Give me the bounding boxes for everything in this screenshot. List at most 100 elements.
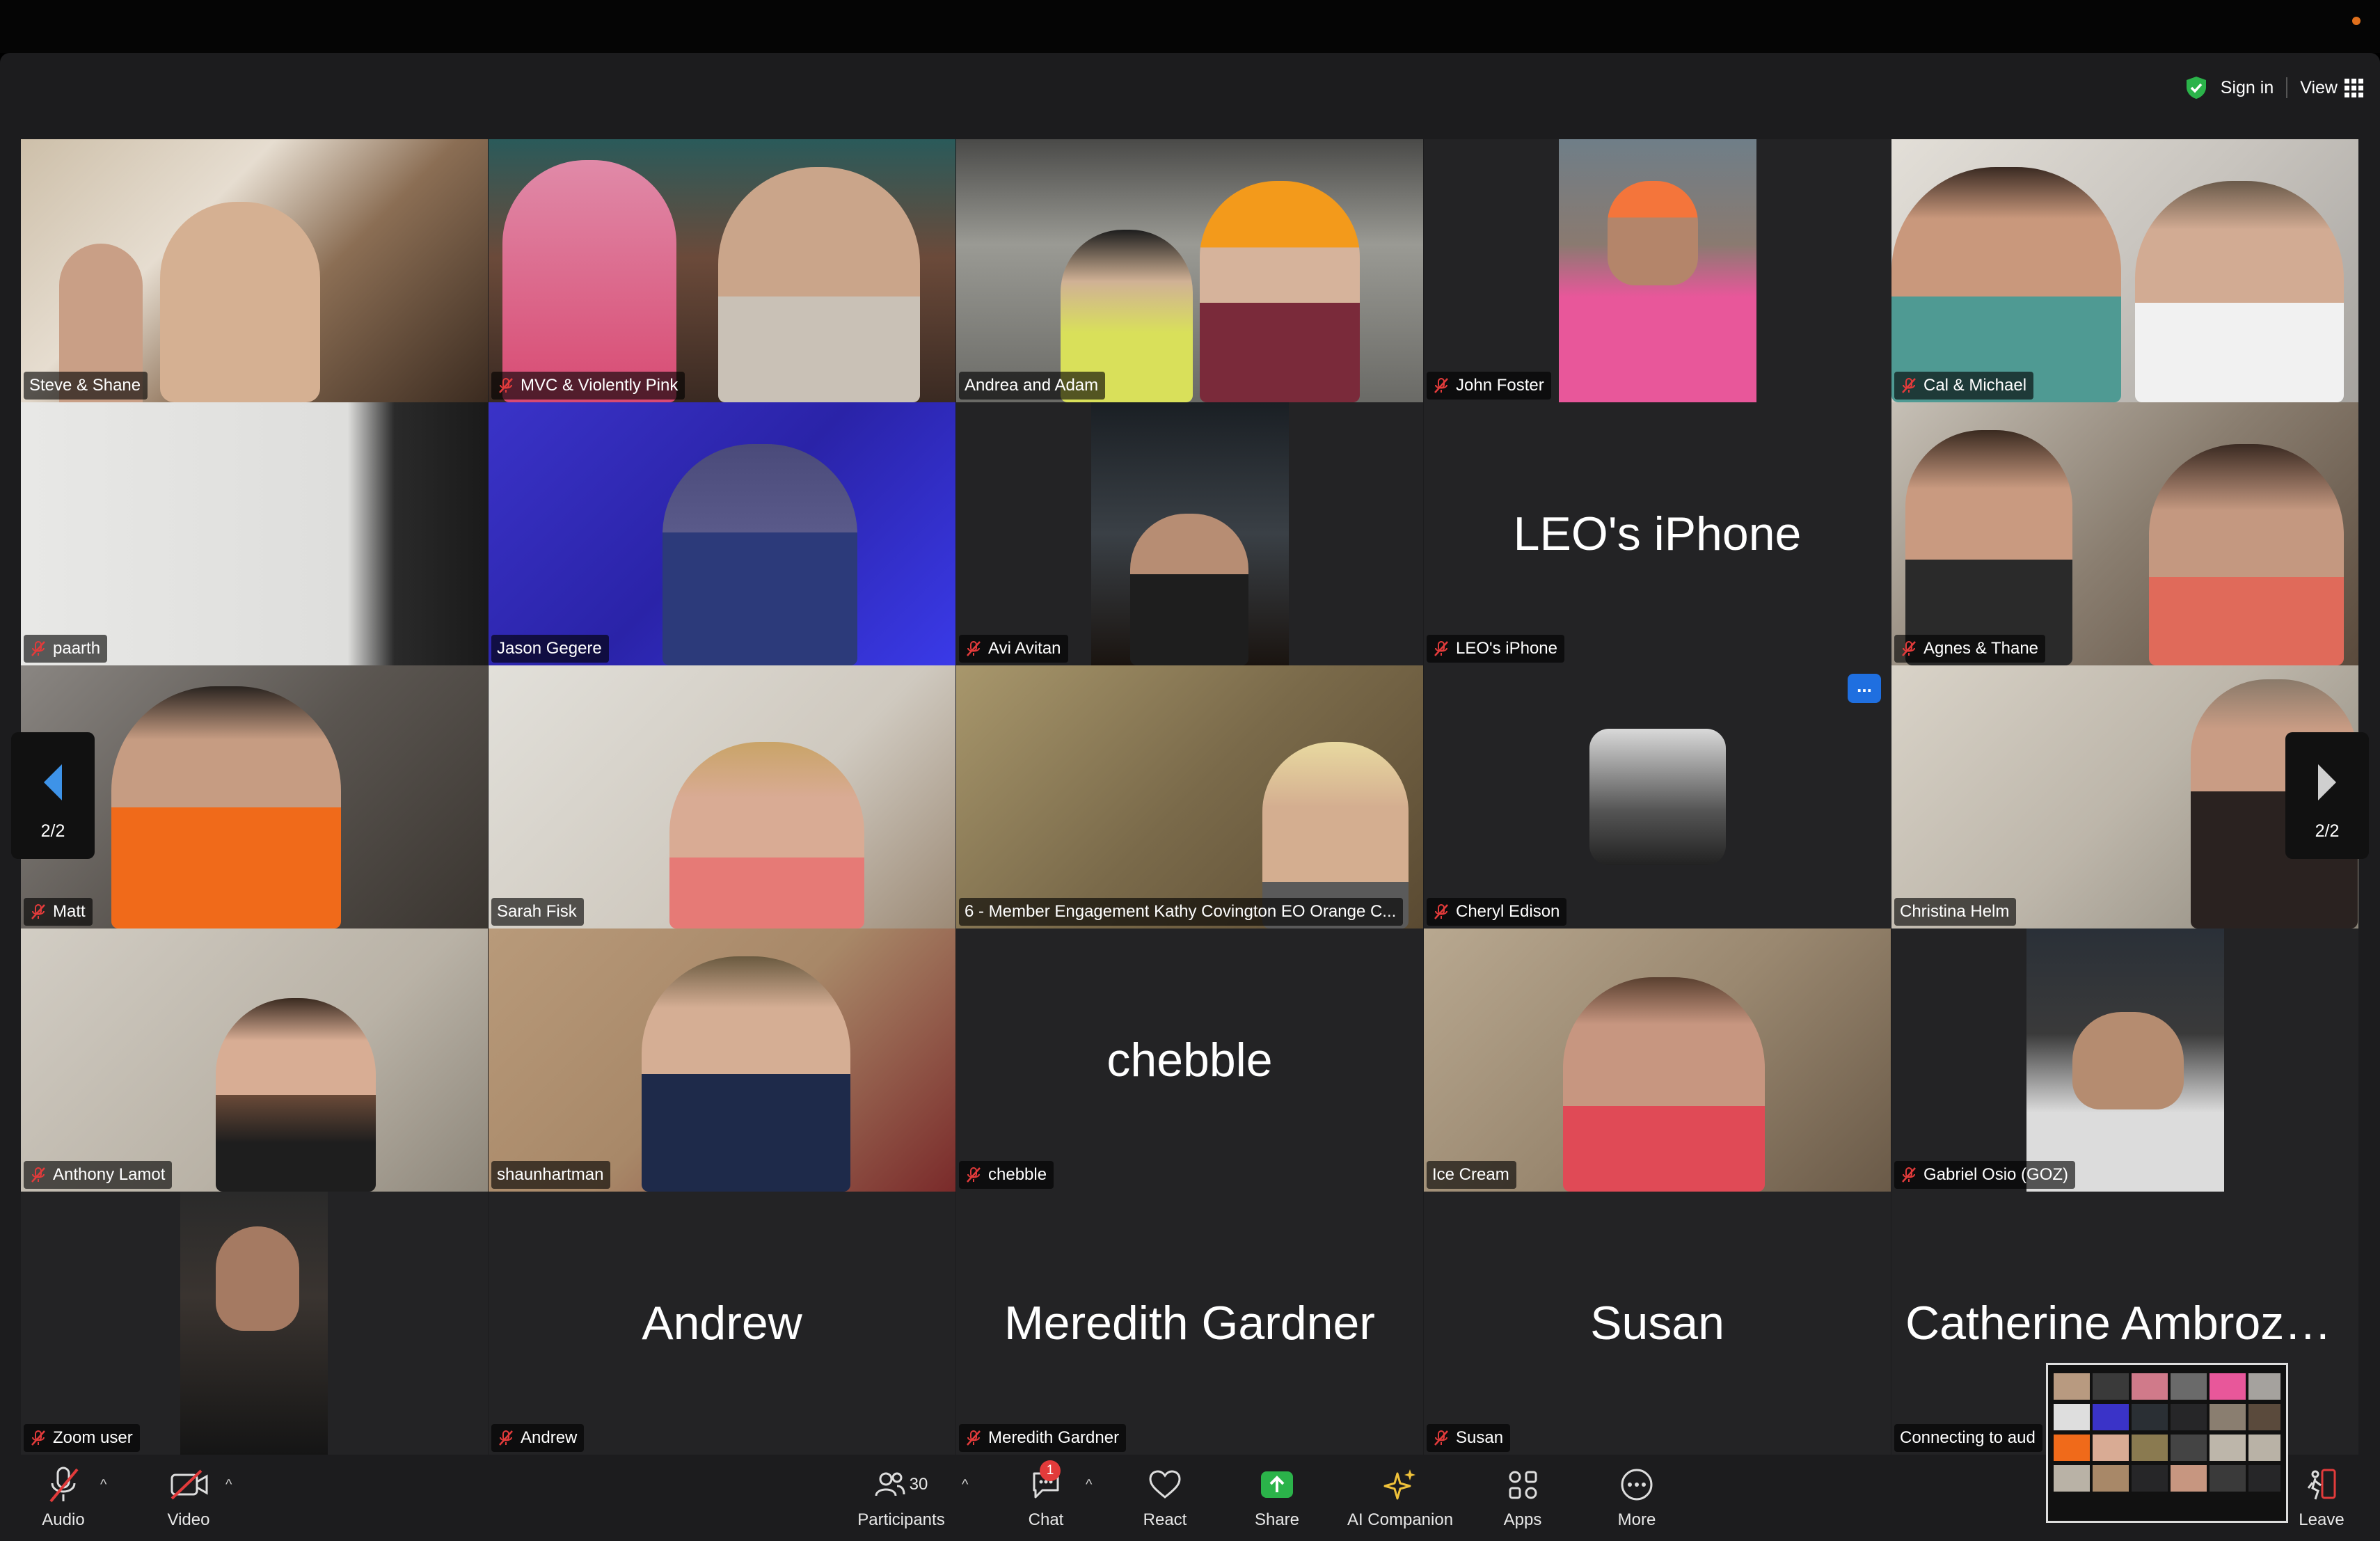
audio-options-caret[interactable]: ^ — [100, 1477, 106, 1493]
participant-video — [2135, 181, 2344, 402]
video-tile[interactable]: Meredith Gardner Meredith Gardner — [956, 1192, 1423, 1455]
video-tile[interactable]: Sarah Fisk — [489, 665, 955, 928]
video-tile[interactable]: Andrew Andrew — [489, 1192, 955, 1455]
participant-video — [2072, 1012, 2184, 1109]
thumbnail-cell — [2054, 1404, 2090, 1430]
video-tile[interactable]: LEO's iPhone LEO's iPhone — [1424, 402, 1891, 665]
chat-label: Chat — [1028, 1510, 1064, 1529]
more-label: More — [1617, 1510, 1656, 1529]
thumbnail-cell — [2248, 1404, 2280, 1430]
thumbnail-cell — [2171, 1435, 2207, 1461]
video-tile[interactable]: Steve & Shane — [21, 139, 488, 402]
muted-mic-icon — [1902, 1167, 1916, 1183]
thumbnail-cell — [2132, 1435, 2168, 1461]
apps-icon — [1509, 1471, 1537, 1499]
view-button[interactable]: View — [2300, 78, 2363, 98]
video-tile[interactable]: Susan Susan — [1424, 1192, 1891, 1455]
video-tile[interactable]: Anthony Lamot — [21, 928, 488, 1192]
participant-name: Jason Gegere — [497, 639, 602, 658]
heart-icon — [1149, 1470, 1181, 1499]
participant-name-tag: Sarah Fisk — [491, 898, 584, 926]
video-tile[interactable]: Gabriel Osio (GOZ) — [1891, 928, 2358, 1192]
video-options-caret[interactable]: ^ — [225, 1477, 232, 1493]
participant-video — [160, 202, 320, 402]
video-tile[interactable]: Avi Avitan — [956, 402, 1423, 665]
participant-name-tag: Susan — [1427, 1424, 1511, 1452]
thumbnail-cell — [2248, 1465, 2280, 1492]
video-tile[interactable]: Cal & Michael — [1891, 139, 2358, 402]
video-tile[interactable]: ... Cheryl Edison — [1424, 665, 1891, 928]
more-icon — [1621, 1469, 1653, 1501]
muted-mic-icon — [499, 1430, 513, 1446]
react-button[interactable]: React — [1134, 1463, 1196, 1530]
video-tile[interactable]: MVC & Violently Pink — [489, 139, 955, 402]
mac-menu-bar — [0, 0, 2380, 53]
ai-companion-button[interactable]: AI Companion — [1336, 1463, 1464, 1530]
video-tile[interactable]: shaunhartman — [489, 928, 955, 1192]
participant-name: chebble — [988, 1165, 1047, 1184]
participant-name: Andrea and Adam — [965, 376, 1099, 395]
share-label: Share — [1254, 1510, 1300, 1529]
thumbnail-cell — [2210, 1404, 2246, 1430]
video-tile[interactable]: 6 - Member Engagement Kathy Covington EO… — [956, 665, 1423, 928]
participants-options-caret[interactable]: ^ — [962, 1477, 968, 1493]
participant-name: Cheryl Edison — [1456, 902, 1560, 921]
muted-mic-icon — [1902, 641, 1916, 656]
thumbnail-cell — [2132, 1373, 2168, 1400]
video-tile[interactable]: John Foster — [1424, 139, 1891, 402]
video-tile[interactable]: Ice Cream — [1424, 928, 1891, 1192]
participant-name: MVC & Violently Pink — [521, 376, 679, 395]
participant-video — [1200, 181, 1360, 402]
share-button[interactable]: Share — [1246, 1463, 1308, 1530]
header-divider — [2286, 77, 2288, 98]
participant-video — [1891, 167, 2121, 402]
participant-video — [21, 402, 488, 665]
video-off-icon — [170, 1469, 208, 1500]
participant-name-tag: Anthony Lamot — [24, 1161, 173, 1189]
sparkle-icon — [1383, 1469, 1415, 1500]
thumbnail-cell — [2171, 1373, 2207, 1400]
tile-more-options-button[interactable]: ... — [1848, 674, 1881, 703]
video-button[interactable]: Video — [153, 1463, 224, 1530]
gallery-thumbnail[interactable] — [2046, 1363, 2288, 1523]
participant-name: Steve & Shane — [29, 376, 141, 395]
apps-button[interactable]: Apps — [1493, 1463, 1552, 1530]
chat-options-caret[interactable]: ^ — [1086, 1477, 1092, 1493]
participant-video — [718, 167, 920, 402]
participants-button[interactable]: 30 Participants — [849, 1463, 953, 1530]
participant-name-tag: Avi Avitan — [959, 635, 1068, 663]
participant-name: paarth — [53, 639, 101, 658]
participant-display-name: chebble — [1106, 1034, 1273, 1086]
leave-button[interactable]: Leave — [2290, 1463, 2354, 1530]
mic-muted-icon — [49, 1467, 79, 1503]
participant-name: shaunhartman — [497, 1165, 604, 1184]
next-page-button[interactable]: 2/2 — [2285, 732, 2369, 859]
participant-name: Susan — [1456, 1428, 1504, 1447]
video-tile[interactable]: paarth — [21, 402, 488, 665]
apps-label: Apps — [1503, 1510, 1542, 1529]
ai-companion-label: AI Companion — [1347, 1510, 1454, 1529]
participant-name-tag: Meredith Gardner — [959, 1424, 1127, 1452]
video-label: Video — [167, 1510, 210, 1529]
previous-page-button[interactable]: 2/2 — [11, 732, 95, 859]
sign-in-button[interactable]: Sign in — [2221, 78, 2274, 98]
participant-video — [2149, 444, 2344, 665]
audio-button[interactable]: Audio — [28, 1463, 99, 1530]
more-button[interactable]: More — [1608, 1463, 1666, 1530]
participant-video — [669, 742, 864, 928]
video-tile-active-speaker[interactable]: Andrea and Adam — [956, 139, 1423, 402]
video-tile[interactable]: Jason Gegere — [489, 402, 955, 665]
thumbnail-cell — [2210, 1465, 2246, 1492]
participant-video — [502, 160, 676, 402]
chat-button[interactable]: 1 Chat — [1016, 1460, 1076, 1530]
video-tile[interactable]: Agnes & Thane — [1891, 402, 2358, 665]
participant-name: Anthony Lamot — [53, 1165, 166, 1184]
share-screen-icon — [1261, 1471, 1293, 1498]
shield-icon[interactable] — [2184, 75, 2208, 100]
participant-display-name: Meredith Gardner — [1004, 1297, 1375, 1350]
video-tile[interactable]: chebble chebble — [956, 928, 1423, 1192]
participant-name-tag: MVC & Violently Pink — [491, 372, 685, 400]
video-tile[interactable]: Zoom user — [21, 1192, 488, 1455]
audio-label: Audio — [42, 1510, 85, 1529]
participant-name: 6 - Member Engagement Kathy Covington EO… — [965, 902, 1397, 921]
